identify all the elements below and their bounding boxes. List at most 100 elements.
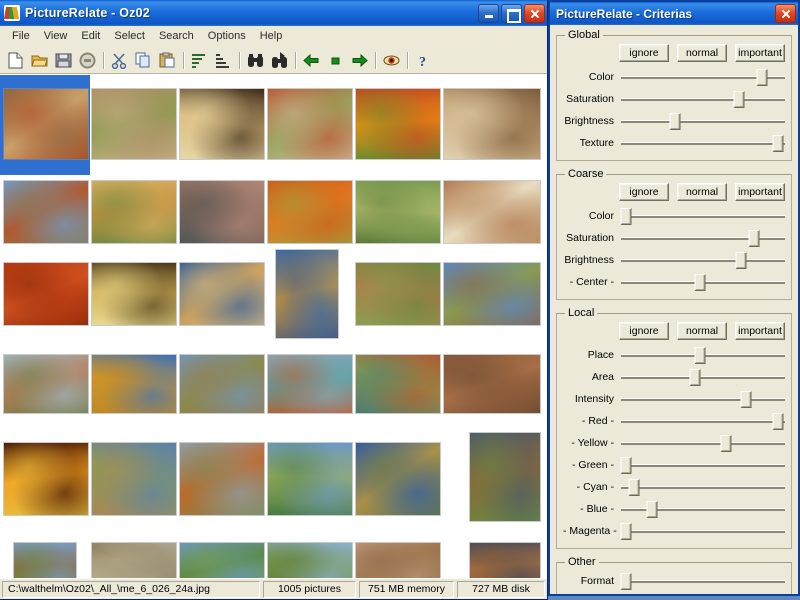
thumbnail-red-sand-shoreline[interactable] [180,443,264,515]
thumbnail-layered-rock-wall[interactable] [180,181,264,243]
slider-local-intensity[interactable] [621,388,785,410]
slider-local-cyan[interactable] [621,476,785,498]
close-button[interactable] [524,3,545,23]
thumbnail-golden-dune-sea[interactable] [92,355,176,413]
coarse-important-button[interactable]: important [735,183,785,201]
menu-edit[interactable]: Edit [74,27,107,45]
slider-coarse-color[interactable] [620,205,785,227]
slider-local-yellow[interactable] [621,432,785,454]
thumbnail-termite-mounds-bush[interactable] [356,263,440,325]
slider-local-green[interactable] [620,454,785,476]
slider-thumb-local-magenta[interactable] [620,523,632,540]
slider-thumb-local-red[interactable] [772,413,784,430]
slider-thumb-local-yellow[interactable] [720,435,732,452]
slider-thumb-coarse-brightness[interactable] [735,252,747,269]
thumbnail-orange-dingo-red-earth[interactable] [356,89,440,159]
thumbnail-mound-sky-small[interactable] [14,543,76,578]
menu-select[interactable]: Select [107,27,152,45]
menu-file[interactable]: File [5,27,37,45]
thumbnail-outback-road-car[interactable] [4,181,88,243]
global-important-button[interactable]: important [735,44,785,62]
copy-icon[interactable] [132,49,155,71]
new-document-icon[interactable] [4,49,27,71]
thumbnail-pinnacles-desert[interactable] [180,263,264,325]
thumbnail-dirt-track-lizard[interactable] [356,543,440,578]
slider-coarse-center[interactable] [621,271,785,293]
thumbnail-green-hills-coast[interactable] [180,543,264,578]
stop-icon[interactable] [76,49,99,71]
local-normal-button[interactable]: normal [677,322,727,340]
thumbnail-red-earth-plain[interactable] [4,263,88,325]
back-arrow-icon[interactable] [300,49,323,71]
slider-local-magenta[interactable] [620,520,785,542]
thumbnail-coastal-scrubland[interactable] [180,355,264,413]
slider-thumb-coarse-color[interactable] [620,208,632,225]
thumbnail-sandstone-cliff[interactable] [92,181,176,243]
coarse-ignore-button[interactable]: ignore [619,183,669,201]
stop-square-icon[interactable] [324,49,347,71]
binoculars-search-next-icon[interactable] [268,49,291,71]
slider-thumb-global-color[interactable] [756,69,768,86]
thumbnail-gallery[interactable] [0,74,547,578]
thumbnail-information-sign-board[interactable] [444,181,540,243]
slider-local-red[interactable] [621,410,785,432]
slider-thumb-local-area[interactable] [689,369,701,386]
slider-local-blue[interactable] [621,498,785,520]
minimize-button[interactable] [478,3,499,23]
thumbnail-billabong-gum-trees[interactable] [268,443,352,515]
slider-thumb-global-texture[interactable] [772,135,784,152]
slider-coarse-brightness[interactable] [621,249,785,271]
thumbnail-rocky-gorge-reflection[interactable] [444,355,540,413]
thumbnail-termite-mound-portrait[interactable] [470,433,540,521]
slider-thumb-coarse-saturation[interactable] [748,230,760,247]
save-disk-icon[interactable] [52,49,75,71]
slider-local-place[interactable] [621,344,785,366]
open-folder-icon[interactable] [28,49,51,71]
slider-other-format[interactable] [620,570,785,592]
slider-thumb-local-cyan[interactable] [628,479,640,496]
thumbnail-dark-portrait-bottom[interactable] [470,543,540,578]
slider-coarse-saturation[interactable] [621,227,785,249]
slider-local-area[interactable] [621,366,785,388]
local-ignore-button[interactable]: ignore [619,322,669,340]
thumbnail-rock-outcrop-green[interactable] [268,89,352,159]
coarse-normal-button[interactable]: normal [677,183,727,201]
global-ignore-button[interactable]: ignore [619,44,669,62]
maximize-button[interactable] [501,3,522,23]
slider-thumb-coarse-center[interactable] [694,274,706,291]
forward-arrow-icon[interactable] [348,49,371,71]
thumbnail-large-boulder[interactable] [444,89,540,159]
menu-search[interactable]: Search [152,27,201,45]
thumbnail-red-rocks-waterhole[interactable] [356,355,440,413]
sort-descending-icon[interactable] [212,49,235,71]
sort-ascending-icon[interactable] [188,49,211,71]
slider-global-brightness[interactable] [621,110,785,132]
slider-thumb-other-format[interactable] [620,573,632,590]
slider-thumb-local-blue[interactable] [646,501,658,518]
menu-view[interactable]: View [37,27,75,45]
thumbnail-cave-interior-stone[interactable] [180,89,264,159]
thumbnail-riverbank-trees[interactable] [268,543,352,578]
cut-scissors-icon[interactable] [108,49,131,71]
thumbnail-rock-art-ochre[interactable] [4,89,88,159]
thumbnail-orange-palm-fronds[interactable] [268,181,352,243]
thumbnail-lit-temple-night[interactable] [4,443,88,515]
menu-options[interactable]: Options [201,27,253,45]
thumbnail-roadhouse-building[interactable] [92,543,176,578]
thumbnail-person-by-pinnacle-portrait[interactable] [276,250,338,338]
thumbnail-gorge-cliff-sky[interactable] [444,263,540,325]
menu-help[interactable]: Help [253,27,290,45]
slider-thumb-global-saturation[interactable] [733,91,745,108]
slider-thumb-local-intensity[interactable] [740,391,752,408]
thumbnail-wetland-blue-sky[interactable] [356,443,440,515]
slider-thumb-global-brightness[interactable] [669,113,681,130]
slider-global-texture[interactable] [621,132,785,154]
thumbnail-cemetery-headstones[interactable] [4,355,88,413]
thumbnail-desert-ground-plants[interactable] [92,89,176,159]
thumbnail-muddy-water-vehicle[interactable] [92,263,176,325]
thumbnail-bush-track-monument[interactable] [356,181,440,243]
help-question-icon[interactable]: ? [412,49,435,71]
local-important-button[interactable]: important [735,322,785,340]
global-normal-button[interactable]: normal [677,44,727,62]
thumbnail-red-cliffs-turquoise-bay[interactable] [268,355,352,413]
